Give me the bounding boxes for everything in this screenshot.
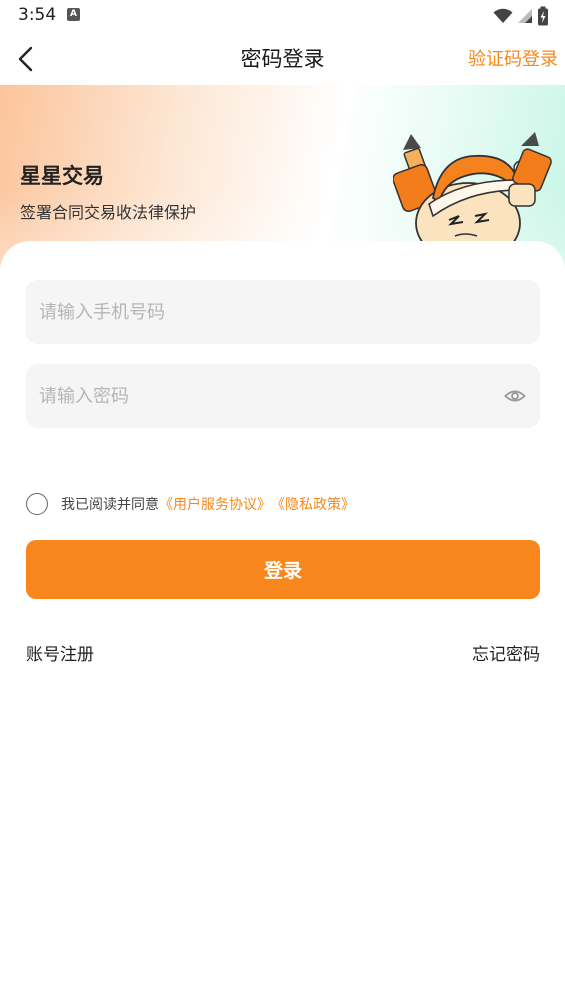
battery-icon	[538, 6, 548, 26]
signal-icon	[518, 9, 532, 23]
status-time: 3:54	[18, 5, 57, 25]
privacy-policy-link[interactable]: 《隐私政策》	[271, 494, 355, 514]
status-bar: 3:54 A	[0, 0, 565, 30]
phone-field	[26, 280, 540, 344]
register-link[interactable]: 账号注册	[26, 640, 94, 665]
phone-input[interactable]	[39, 280, 499, 344]
sms-login-link[interactable]: 验证码登录	[468, 45, 558, 71]
form-card	[0, 241, 565, 1004]
hero-title: 星星交易	[20, 164, 104, 188]
status-icons	[493, 6, 549, 26]
mascot-illustration	[393, 132, 552, 253]
password-input[interactable]	[39, 364, 499, 428]
agreement-row: 我已阅读并同意 《用户服务协议》 《隐私政策》	[26, 492, 355, 516]
forgot-password-link[interactable]: 忘记密码	[472, 640, 540, 665]
eye-icon[interactable]	[504, 385, 526, 407]
hero-subtitle: 签署合同交易收法律保护	[20, 203, 197, 222]
right-pen-icon	[508, 132, 552, 207]
user-agreement-link[interactable]: 《用户服务协议》	[159, 494, 271, 514]
nav-bar: 密码登录 验证码登录	[0, 30, 565, 85]
login-button[interactable]: 登录	[26, 540, 540, 599]
password-field	[26, 364, 540, 428]
notification-icon: A	[67, 8, 80, 21]
agreement-text: 我已阅读并同意	[61, 497, 159, 513]
wifi-icon	[493, 8, 513, 23]
agreement-checkbox[interactable]	[26, 493, 48, 515]
